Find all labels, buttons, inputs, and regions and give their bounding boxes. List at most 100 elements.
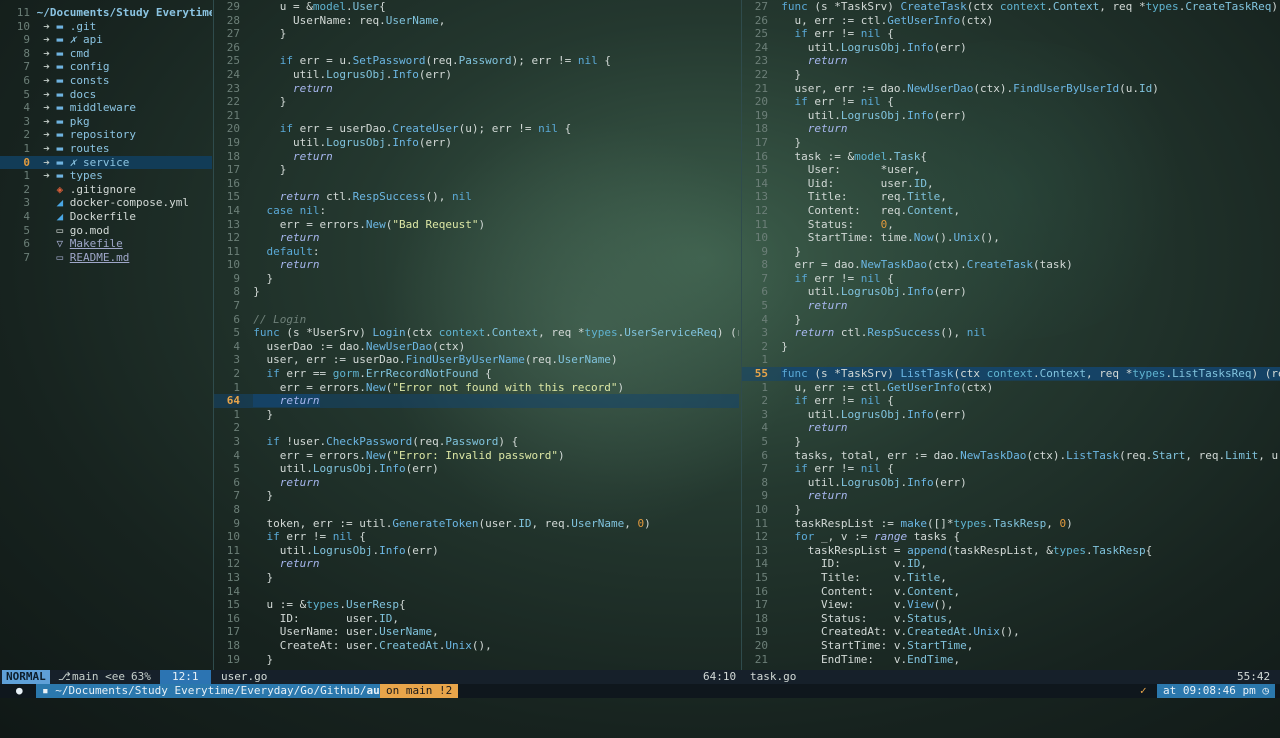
code-line[interactable]: 23 return	[742, 54, 1280, 68]
code-line[interactable]: 16 ID: user.ID,	[214, 612, 739, 626]
code-line[interactable]: 10 if err != nil {	[214, 530, 739, 544]
code-line[interactable]: 7	[214, 299, 739, 313]
code-line[interactable]: 11 default:	[214, 245, 739, 259]
code-line[interactable]: 9 token, err := util.GenerateToken(user.…	[214, 517, 739, 531]
code-line[interactable]: 1 u, err := ctl.GetUserInfo(ctx)	[742, 381, 1280, 395]
code-line[interactable]: 10 }	[742, 503, 1280, 517]
code-line[interactable]: 64 return	[214, 394, 739, 408]
code-line[interactable]: 7 }	[214, 489, 739, 503]
tree-item-go-mod[interactable]: 5 ▭ go.mod	[0, 224, 212, 238]
code-line[interactable]: 13 taskRespList = append(taskRespList, &…	[742, 544, 1280, 558]
right-file-name[interactable]: task.go	[750, 670, 796, 684]
tree-item-repository[interactable]: 2 ➔ ▬ repository	[0, 128, 212, 142]
chevron-right-icon[interactable]: ➔	[37, 169, 57, 182]
explorer-root[interactable]: 11 ~/Documents/Study Everytime/E	[0, 6, 212, 20]
code-line[interactable]: 9 return	[742, 489, 1280, 503]
chevron-right-icon[interactable]: ➔	[37, 156, 57, 169]
tree-item-cmd[interactable]: 8 ➔ ▬ cmd	[0, 47, 212, 61]
code-line[interactable]: 9 }	[214, 272, 739, 286]
code-line[interactable]: 7 if err != nil {	[742, 272, 1280, 286]
code-line[interactable]: 8 }	[214, 285, 739, 299]
code-line[interactable]: 1	[742, 353, 1280, 367]
chevron-right-icon[interactable]: ➔	[37, 20, 57, 33]
code-line[interactable]: 22 }	[214, 95, 739, 109]
chevron-right-icon[interactable]: ➔	[37, 115, 57, 128]
chevron-right-icon[interactable]: ➔	[37, 33, 57, 46]
code-line[interactable]: 16	[214, 177, 739, 191]
code-line[interactable]: 15 u := &types.UserResp{	[214, 598, 739, 612]
code-line[interactable]: 26	[214, 41, 739, 55]
code-line[interactable]: 21	[214, 109, 739, 123]
tree-item-readme-md[interactable]: 7 ▭ README.md	[0, 251, 212, 265]
code-line[interactable]: 9 }	[742, 245, 1280, 259]
code-line[interactable]: 16 Content: v.Content,	[742, 585, 1280, 599]
code-line[interactable]: 21 EndTime: v.EndTime,	[742, 653, 1280, 667]
chevron-right-icon[interactable]: ➔	[37, 88, 57, 101]
code-line[interactable]: 15 Title: v.Title,	[742, 571, 1280, 585]
code-line[interactable]: 6 tasks, total, err := dao.NewTaskDao(ct…	[742, 449, 1280, 463]
code-line[interactable]: 3 return ctl.RespSuccess(), nil	[742, 326, 1280, 340]
code-line[interactable]: 17 UserName: user.UserName,	[214, 625, 739, 639]
code-line[interactable]: 11 Status: 0,	[742, 218, 1280, 232]
tree-item-pkg[interactable]: 3 ➔ ▬ pkg	[0, 115, 212, 129]
code-line[interactable]: 14 case nil:	[214, 204, 739, 218]
code-line[interactable]: 25 if err = u.SetPassword(req.Password);…	[214, 54, 739, 68]
code-line[interactable]: 5 util.LogrusObj.Info(err)	[214, 462, 739, 476]
code-line[interactable]: 24 util.LogrusObj.Info(err)	[214, 68, 739, 82]
code-line[interactable]: 17 View: v.View(),	[742, 598, 1280, 612]
code-line[interactable]: 27 }	[214, 27, 739, 41]
code-line[interactable]: 24 util.LogrusObj.Info(err)	[742, 41, 1280, 55]
code-line[interactable]: 14 Uid: user.ID,	[742, 177, 1280, 191]
code-line[interactable]: 27 func (s *TaskSrv) CreateTask(ctx cont…	[742, 0, 1280, 14]
code-line[interactable]: 26 u, err := ctl.GetUserInfo(ctx)	[742, 14, 1280, 28]
code-line[interactable]: 18 return	[214, 150, 739, 164]
tree-item-makefile[interactable]: 6 ▽ Makefile	[0, 237, 212, 251]
tree-item-docs[interactable]: 5 ➔ ▬ docs	[0, 88, 212, 102]
tree-item-dockerfile[interactable]: 4 ◢ Dockerfile	[0, 210, 212, 224]
code-line[interactable]: 10 StartTime: time.Now().Unix(),	[742, 231, 1280, 245]
code-line[interactable]: 18 CreateAt: user.CreatedAt.Unix(),	[214, 639, 739, 653]
code-line[interactable]: 19 util.LogrusObj.Info(err)	[214, 136, 739, 150]
code-line[interactable]: 5 }	[742, 435, 1280, 449]
code-line[interactable]: 5 func (s *UserSrv) Login(ctx context.Co…	[214, 326, 739, 340]
tree-item-docker-compose-yml[interactable]: 3 ◢ docker-compose.yml	[0, 196, 212, 210]
tree-item-gitignore[interactable]: 2 ◈ .gitignore	[0, 183, 212, 197]
code-line[interactable]: 19 }	[214, 653, 739, 667]
code-line[interactable]: 19 util.LogrusObj.Info(err)	[742, 109, 1280, 123]
code-line[interactable]: 4 return	[742, 421, 1280, 435]
code-line[interactable]: 6 return	[214, 476, 739, 490]
code-line[interactable]: 13 Title: req.Title,	[742, 190, 1280, 204]
code-line[interactable]: 17 }	[742, 136, 1280, 150]
code-line[interactable]: 8	[214, 503, 739, 517]
code-line[interactable]: 21 user, err := dao.NewUserDao(ctx).Find…	[742, 82, 1280, 96]
editor-pane-left[interactable]: 29 u = &model.User{28 UserName: req.User…	[214, 0, 739, 670]
tree-item-git[interactable]: 10 ➔ ▬ .git	[0, 20, 212, 34]
code-line[interactable]: 8 util.LogrusObj.Info(err)	[742, 476, 1280, 490]
code-line[interactable]: 14	[214, 585, 739, 599]
code-line[interactable]: 6 // Login	[214, 313, 739, 327]
code-line[interactable]: 22 }	[742, 68, 1280, 82]
code-line[interactable]: 12 Content: req.Content,	[742, 204, 1280, 218]
code-line[interactable]: 23 return	[214, 82, 739, 96]
code-line[interactable]: 2	[214, 421, 739, 435]
code-line[interactable]: 28 UserName: req.UserName,	[214, 14, 739, 28]
chevron-right-icon[interactable]: ➔	[37, 74, 57, 87]
code-line[interactable]: 10 return	[214, 258, 739, 272]
editor-pane-right[interactable]: 27 func (s *TaskSrv) CreateTask(ctx cont…	[742, 0, 1280, 670]
tree-item-consts[interactable]: 6 ➔ ▬ consts	[0, 74, 212, 88]
chevron-right-icon[interactable]: ➔	[37, 47, 57, 60]
code-line[interactable]: 25 if err != nil {	[742, 27, 1280, 41]
chevron-right-icon[interactable]: ➔	[37, 60, 57, 73]
code-line[interactable]: 1 }	[214, 408, 739, 422]
tree-item-middleware[interactable]: 4 ➔ ▬ middleware	[0, 101, 212, 115]
tree-item-api[interactable]: 9 ➔ ▬ ✗ api	[0, 33, 212, 47]
code-line[interactable]: 17 }	[214, 163, 739, 177]
code-line[interactable]: 20 if err != nil {	[742, 95, 1280, 109]
code-line[interactable]: 4 userDao := dao.NewUserDao(ctx)	[214, 340, 739, 354]
code-line[interactable]: 16 task := &model.Task{	[742, 150, 1280, 164]
code-line[interactable]: 13 }	[214, 571, 739, 585]
tree-item-types[interactable]: 1 ➔ ▬ types	[0, 169, 212, 183]
tree-item-routes[interactable]: 1 ➔ ▬ routes	[0, 142, 212, 156]
code-line[interactable]: 14 ID: v.ID,	[742, 557, 1280, 571]
code-line[interactable]: 11 taskRespList := make([]*types.TaskRes…	[742, 517, 1280, 531]
